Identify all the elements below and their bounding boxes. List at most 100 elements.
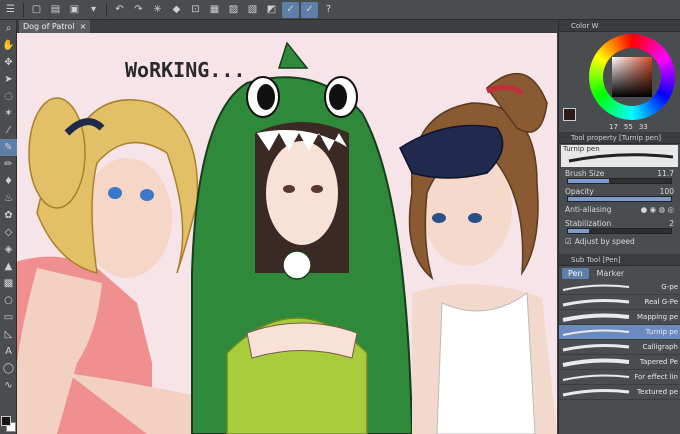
mid-eye-right xyxy=(311,185,323,193)
color-values: 17 55 33 xyxy=(609,123,648,131)
brush-size-label: Brush Size xyxy=(565,168,605,178)
opacity-fill xyxy=(568,197,671,201)
clear-icon[interactable]: ▨ xyxy=(225,2,242,18)
stabilization-label: Stabilization xyxy=(565,218,612,228)
save-icon[interactable]: ▣ xyxy=(66,2,83,18)
invert-icon[interactable]: ◩ xyxy=(263,2,280,18)
snap-icon[interactable]: ✓ xyxy=(301,1,318,18)
stabilization-fill xyxy=(568,229,589,233)
help-icon[interactable]: ? xyxy=(320,2,337,18)
foreground-color[interactable] xyxy=(1,416,11,426)
antialias-label: Anti-aliasing xyxy=(565,204,612,214)
undo-icon[interactable]: ↶ xyxy=(111,2,128,18)
eraser-icon[interactable]: ◇ xyxy=(0,224,17,241)
correct-line-icon[interactable]: ∿ xyxy=(0,377,17,394)
tab-marker[interactable]: Marker xyxy=(591,268,631,279)
figure-icon[interactable]: ○ xyxy=(0,292,17,309)
sleep-mask xyxy=(399,124,504,179)
tab-pen[interactable]: Pen xyxy=(562,267,589,279)
stabilization-value[interactable]: 2 xyxy=(669,219,674,228)
brush-item[interactable]: Mapping pe xyxy=(559,310,680,325)
transform-icon[interactable]: ⊡ xyxy=(187,2,204,18)
saturation-square[interactable] xyxy=(612,57,652,97)
brush-size-value[interactable]: 11.7 xyxy=(657,169,674,178)
color-value-s: 55 xyxy=(623,123,633,131)
adjust-label: Adjust by speed xyxy=(574,236,635,246)
brush-stroke-icon xyxy=(562,389,630,397)
grid-icon[interactable]: ▦ xyxy=(206,2,223,18)
magic-wand-icon[interactable]: ✶ xyxy=(0,105,17,122)
fill-icon[interactable]: ◆ xyxy=(168,2,185,18)
pen-tool-icon[interactable]: ✎ xyxy=(0,139,17,156)
brush-stroke-icon xyxy=(562,358,630,367)
decoration-icon[interactable]: ✿ xyxy=(0,207,17,224)
dino-girl-face xyxy=(266,141,338,245)
drawing-canvas[interactable]: WoRKING... xyxy=(17,33,557,434)
sub-tool-header[interactable]: Sub Tool [Pen] xyxy=(559,254,680,266)
color-wheel-header[interactable]: Color W xyxy=(559,20,680,32)
right-eye xyxy=(432,213,446,223)
brush-item[interactable]: G-pe xyxy=(559,280,680,295)
pencil-icon[interactable]: ✏ xyxy=(0,156,17,173)
brush-item[interactable]: Turnip pe xyxy=(559,325,680,340)
adjust-row: ☑ Adjust by speed xyxy=(559,236,680,246)
brush-item[interactable]: For effect lin xyxy=(559,370,680,385)
close-icon[interactable]: × xyxy=(80,20,87,33)
tool-property-header[interactable]: Tool property [Turnip pen] xyxy=(559,132,680,144)
brush-icon[interactable]: ♦ xyxy=(0,173,17,190)
brush-size-fill xyxy=(568,179,610,183)
left-eye xyxy=(108,187,122,199)
new-file-icon[interactable]: ▢ xyxy=(28,2,45,18)
select-icon[interactable]: ➤ xyxy=(0,71,17,88)
stabilization-slider[interactable] xyxy=(567,228,672,234)
deselect-icon[interactable]: ▧ xyxy=(244,2,261,18)
export-icon[interactable]: ▾ xyxy=(85,2,102,18)
color-swatch[interactable] xyxy=(1,416,16,432)
document-tab-title: Dog of Patrol xyxy=(23,22,75,31)
toolbox: ⌕ ✋ ✥ ➤ ◌ ✶ ⁄ ✎ ✏ ♦ ♨ ✿ ◇ ◈ ▲ ▩ ○ ▭ ◺ A … xyxy=(0,20,17,434)
frame-icon[interactable]: ▭ xyxy=(0,309,17,326)
hand-icon[interactable]: ✋ xyxy=(0,37,17,54)
brush-size-slider[interactable] xyxy=(567,178,672,184)
move-icon[interactable]: ✥ xyxy=(0,54,17,71)
right-eye-2 xyxy=(468,213,482,223)
document-tab-bar: Dog of Patrol × xyxy=(17,20,557,33)
balloon-icon[interactable]: ◯ xyxy=(0,360,17,377)
blend-icon[interactable]: ◈ xyxy=(0,241,17,258)
brush-list: G-pe Real G-Pe Mapping pe Turnip pe Calligra… xyxy=(559,280,680,400)
artwork: WoRKING... xyxy=(17,41,557,434)
brush-item[interactable]: Tapered Pe xyxy=(559,355,680,370)
redo-icon[interactable]: ↷ xyxy=(130,2,147,18)
text-icon[interactable]: A xyxy=(0,343,17,360)
fill-bucket-icon[interactable]: ▲ xyxy=(0,258,17,275)
brush-stroke-icon xyxy=(562,299,630,307)
lasso-icon[interactable]: ◌ xyxy=(0,88,17,105)
open-file-icon[interactable]: ▤ xyxy=(47,2,64,18)
airbrush-icon[interactable]: ♨ xyxy=(0,190,17,207)
brush-item[interactable]: Textured pe xyxy=(559,385,680,400)
sub-tool-tabs: Pen Marker xyxy=(559,266,680,280)
opacity-label: Opacity xyxy=(565,186,594,196)
opacity-value[interactable]: 100 xyxy=(660,187,674,196)
opacity-slider[interactable] xyxy=(567,196,672,202)
color-value-h: 17 xyxy=(609,123,618,131)
ruler-icon[interactable]: ✓ xyxy=(282,1,299,18)
gradient-icon[interactable]: ▩ xyxy=(0,275,17,292)
dino-pupil-left xyxy=(257,84,275,110)
document-tab[interactable]: Dog of Patrol × xyxy=(19,20,91,33)
brush-item-label: For effect lin xyxy=(634,373,678,381)
brush-item-label: Turnip pe xyxy=(645,328,678,336)
menu-icon[interactable]: ☰ xyxy=(2,2,19,18)
dino-pupil-right xyxy=(329,84,347,110)
antialias-options-icon[interactable]: ● ◉ ◍ ◎ xyxy=(641,205,674,214)
brush-item[interactable]: Calligraph xyxy=(559,340,680,355)
ruler-tool-icon[interactable]: ◺ xyxy=(0,326,17,343)
brush-item-label: Tapered Pe xyxy=(639,358,678,366)
left-eye-2 xyxy=(140,189,154,201)
checkbox-icon[interactable]: ☑ xyxy=(565,237,572,246)
zoom-icon[interactable]: ⌕ xyxy=(0,20,17,37)
brush-item[interactable]: Real G-Pe xyxy=(559,295,680,310)
current-color-swatch[interactable] xyxy=(563,108,576,121)
loading-icon[interactable]: ✳ xyxy=(149,2,166,18)
eyedropper-icon[interactable]: ⁄ xyxy=(0,122,17,139)
